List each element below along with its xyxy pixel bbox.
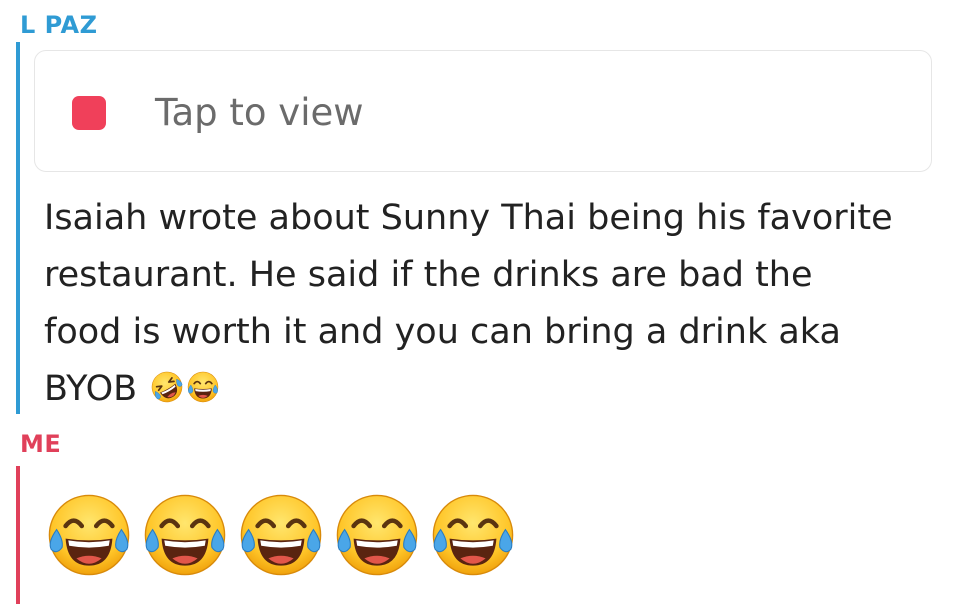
- tears-of-joy-emoji-icon: [332, 490, 422, 580]
- emoji-message: [44, 490, 518, 580]
- tears-of-joy-emoji-icon: [186, 370, 220, 404]
- tears-of-joy-emoji-icon: [44, 490, 134, 580]
- thread-bar-lpaz: [16, 42, 20, 414]
- thread-bar-me: [16, 466, 20, 604]
- snap-label: Tap to view: [155, 91, 364, 134]
- tears-of-joy-emoji-icon: [140, 490, 230, 580]
- tears-of-joy-emoji-icon: [428, 490, 518, 580]
- rolling-on-floor-laughing-emoji-icon: [150, 370, 184, 404]
- sender-name-me: ME: [20, 430, 62, 458]
- snap-tap-to-view[interactable]: Tap to view: [34, 50, 932, 172]
- tears-of-joy-emoji-icon: [236, 490, 326, 580]
- message-text: Isaiah wrote about Sunny Thai being his …: [44, 190, 944, 418]
- sender-name-lpaz: L PAZ: [20, 11, 98, 39]
- red-snap-square-icon: [72, 96, 106, 130]
